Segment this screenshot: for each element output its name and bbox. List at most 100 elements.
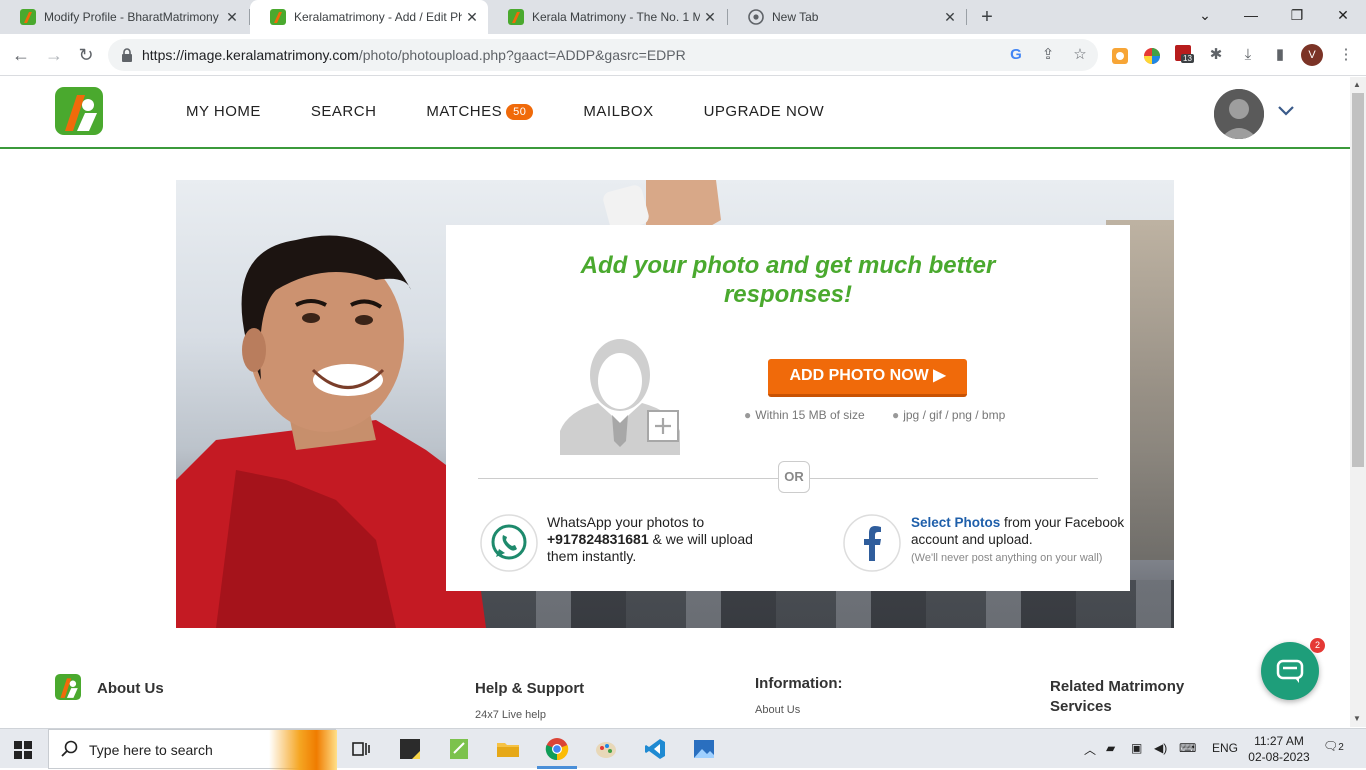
notification-count: 2 [1338, 742, 1344, 753]
tab-kerala-matrimony[interactable]: Kerala Matrimony - The No. 1 Matrimony ✕ [488, 0, 726, 34]
footer-live-help-link[interactable]: 24x7 Live help [475, 709, 546, 721]
nav-matches-label: MATCHES [426, 103, 503, 120]
restore-icon[interactable]: ❐ [1274, 0, 1320, 30]
url-text: https://image.keralamatrimony.com/photo/… [142, 47, 686, 63]
close-tab-icon[interactable]: ✕ [700, 9, 720, 26]
chevron-down-icon[interactable] [1276, 103, 1296, 117]
sticky-notes-icon[interactable] [398, 737, 422, 761]
extension-badge-count: 13 [1181, 54, 1194, 63]
chrome-icon[interactable] [545, 737, 569, 761]
chat-bubble-icon [1276, 659, 1304, 683]
language-indicator[interactable]: ENG [1212, 741, 1238, 755]
page-content: MY HOME SEARCH MATCHES 50 MAILBOX UPGRADE… [0, 77, 1350, 727]
bookmark-star-icon[interactable]: ☆ [1070, 45, 1090, 65]
scroll-up-arrow-icon[interactable]: ▲ [1353, 80, 1361, 89]
formats-hint: jpg / gif / png / bmp [903, 408, 1006, 422]
tab-title: Modify Profile - BharatMatrimony [44, 10, 219, 24]
extension-orange-icon[interactable] [1111, 47, 1129, 65]
notifications-icon[interactable]: 🗨2 [1323, 739, 1344, 753]
extensions-puzzle-icon[interactable]: ✱ [1206, 45, 1226, 65]
windows-start-icon[interactable] [14, 741, 32, 759]
new-tab-icon[interactable]: + [976, 6, 998, 29]
footer-information-heading: Information: [755, 675, 843, 692]
side-panel-icon[interactable]: ▮ [1270, 45, 1290, 65]
nav-search[interactable]: SEARCH [311, 103, 377, 120]
reload-icon[interactable]: ↻ [73, 42, 99, 68]
keyboard-icon[interactable]: ⌨ [1179, 741, 1196, 755]
windows-taskbar: Type here to search ︿ ▰ ▣ ◀) ⌨ ENG 11:27… [0, 728, 1366, 770]
matches-count-badge: 50 [506, 103, 534, 120]
clock-time: 11:27 AM [1254, 734, 1304, 748]
nav-mailbox[interactable]: MAILBOX [583, 103, 653, 120]
meet-now-icon[interactable]: ▰ [1106, 741, 1115, 755]
tab-search-chevron-icon[interactable]: ⌄ [1182, 0, 1228, 30]
whatsapp-line1: WhatsApp your photos to [547, 514, 705, 530]
vscode-icon[interactable] [643, 737, 667, 761]
google-lens-icon[interactable]: G [1006, 45, 1026, 65]
show-hidden-icons-icon[interactable]: ︿ [1084, 741, 1096, 758]
tab-modify-profile[interactable]: Modify Profile - BharatMatrimony ✕ [0, 0, 248, 34]
network-icon[interactable]: ▣ [1131, 741, 1142, 755]
extension-badge-icon[interactable]: 13 [1175, 45, 1197, 67]
search-icon [61, 740, 78, 757]
page-scrollbar[interactable]: ▲ ▼ [1350, 77, 1366, 727]
chat-widget-button[interactable]: 2 [1261, 638, 1325, 700]
footer-about-us-heading[interactable]: About Us [97, 680, 164, 697]
close-tab-icon[interactable]: ✕ [462, 9, 482, 26]
notepad-app-icon[interactable] [447, 737, 471, 761]
taskbar-search-box[interactable]: Type here to search [48, 729, 337, 770]
scrollbar-thumb[interactable] [1352, 93, 1364, 467]
downloads-icon[interactable]: ⤓ [1238, 45, 1258, 65]
share-icon[interactable]: ⇪ [1038, 45, 1058, 65]
address-bar[interactable]: https://image.keralamatrimony.com/photo/… [108, 39, 1098, 71]
browser-tab-strip: Modify Profile - BharatMatrimony ✕ Keral… [0, 0, 1366, 34]
close-window-icon[interactable]: ✕ [1320, 0, 1366, 30]
close-tab-icon[interactable]: ✕ [940, 9, 960, 26]
nav-matches[interactable]: MATCHES 50 [426, 103, 534, 120]
browser-menu-icon[interactable]: ⋮ [1336, 45, 1356, 65]
tab-title: New Tab [772, 10, 819, 24]
add-photo-now-button[interactable]: ADD PHOTO NOW ▶ [768, 359, 967, 397]
keralamatrimony-logo-icon[interactable] [55, 87, 103, 135]
lock-icon[interactable] [120, 47, 134, 63]
tab-keralamatrimony-add-photo[interactable]: Keralamatrimony - Add / Edit Photo ✕ [250, 0, 488, 34]
tab-new-tab[interactable]: New Tab ✕ [728, 0, 966, 34]
nav-upgrade-now[interactable]: UPGRADE NOW [704, 103, 825, 120]
whatsapp-icon[interactable] [479, 513, 539, 573]
forward-icon[interactable]: → [41, 42, 67, 68]
whatsapp-number[interactable]: +917824831681 [547, 531, 649, 547]
user-avatar[interactable] [1214, 89, 1264, 139]
clock-date: 02-08-2023 [1248, 750, 1310, 764]
browser-toolbar: ← → ↻ https://image.keralamatrimony.com/… [0, 34, 1366, 76]
tab-title: Keralamatrimony - Add / Edit Photo [294, 10, 462, 24]
taskbar-clock[interactable]: 11:27 AM 02-08-2023 [1244, 733, 1314, 765]
volume-icon[interactable]: ◀) [1154, 741, 1167, 755]
scroll-down-arrow-icon[interactable]: ▼ [1353, 714, 1361, 723]
facebook-icon[interactable] [842, 513, 902, 573]
matrimony-favicon [20, 9, 36, 25]
search-highlight-graphic [269, 730, 337, 770]
size-hint: Within 15 MB of size [755, 408, 865, 422]
color-picker-extension-icon[interactable] [1143, 47, 1161, 65]
matrimony-favicon [508, 9, 524, 25]
paint-app-icon[interactable] [594, 737, 618, 761]
chat-unread-badge: 2 [1310, 638, 1325, 653]
footer-about-us-link[interactable]: About Us [755, 704, 800, 716]
minimize-icon[interactable]: — [1228, 0, 1274, 30]
nav-my-home[interactable]: MY HOME [186, 103, 261, 120]
browser-profile-avatar[interactable]: V [1301, 44, 1323, 66]
add-photo-card: Add your photo and get much better respo… [446, 225, 1130, 591]
photos-app-icon[interactable] [692, 737, 716, 761]
add-photo-headline: Add your photo and get much better respo… [580, 252, 996, 308]
back-icon[interactable]: ← [8, 42, 34, 68]
select-photos-link[interactable]: Select Photos [911, 515, 1000, 530]
close-tab-icon[interactable]: ✕ [222, 9, 242, 26]
url-host: https://image.keralamatrimony.com [142, 47, 359, 63]
file-explorer-icon[interactable] [496, 737, 520, 761]
whatsapp-instructions: WhatsApp your photos to +917824831681 & … [547, 514, 777, 565]
profile-placeholder-icon [560, 331, 680, 455]
site-header: MY HOME SEARCH MATCHES 50 MAILBOX UPGRADE… [0, 77, 1350, 149]
main-navigation: MY HOME SEARCH MATCHES 50 MAILBOX UPGRADE… [186, 103, 874, 120]
task-view-icon[interactable] [349, 737, 373, 761]
facebook-privacy-note: (We'll never post anything on your wall) [911, 552, 1103, 564]
